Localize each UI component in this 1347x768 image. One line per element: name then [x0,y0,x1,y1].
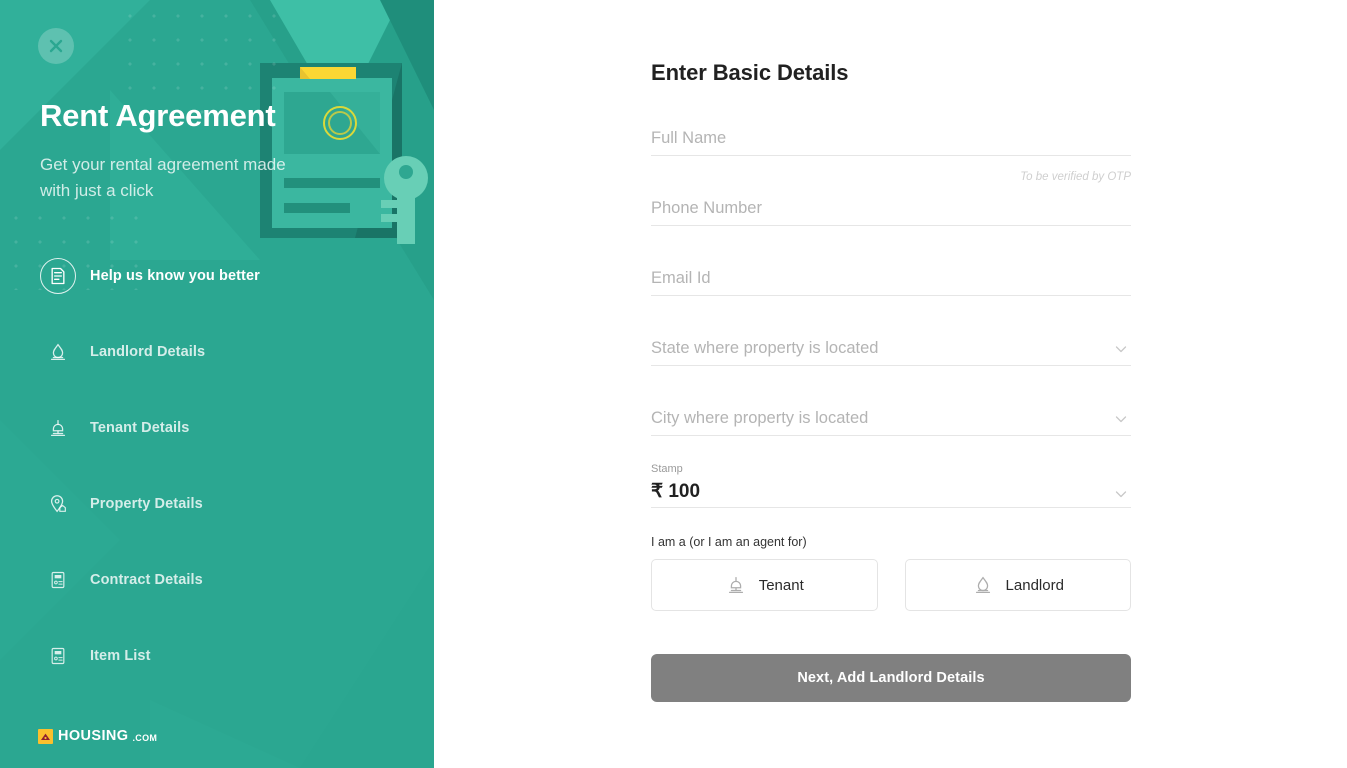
sidebar: Rent Agreement Get your rental agreement… [0,0,434,768]
role-option-label: Tenant [758,576,804,594]
sidebar-item-label: Help us know you better [90,268,260,284]
sidebar-item-label: Property Details [90,496,203,512]
tenant-icon [725,574,747,596]
email-id-input[interactable] [651,262,1131,294]
role-option-landlord[interactable]: Landlord [904,559,1131,611]
list-icon [40,638,76,674]
rent-agreement-page: Rent Agreement Get your rental agreement… [0,0,1347,768]
sidebar-item-tenant-details[interactable]: Tenant Details [0,404,434,452]
role-option-tenant[interactable]: Tenant [651,559,878,611]
sidebar-item-label: Landlord Details [90,344,206,360]
next-add-landlord-details-button[interactable]: Next, Add Landlord Details [651,654,1131,702]
sidebar-item-label: Item List [90,648,151,664]
phone-number-input[interactable] [651,192,1131,224]
close-button[interactable] [38,28,74,64]
city-select[interactable]: City where property is located [651,402,1131,436]
form-heading: Enter Basic Details [651,60,849,85]
housing-logo-tld: .COM [132,733,158,743]
otp-hint: To be verified by OTP [1020,171,1131,183]
city-select-value: City where property is located [651,409,869,427]
phone-number-field: To be verified by OTP [651,171,1131,226]
housing-logo-name: HOUSING [58,728,129,744]
landlord-icon [40,334,76,370]
page-title: Rent Agreement [40,98,276,133]
page-subtitle: Get your rental agreement made with just… [40,155,286,200]
role-option-label: Landlord [1005,576,1064,594]
chevron-down-icon [1113,341,1129,357]
basic-details-form: Enter Basic Details To be verified by OT… [651,0,1131,702]
email-id-field [651,262,1131,296]
document-icon [40,258,76,294]
sidebar-item-item-list[interactable]: Item List [0,632,434,680]
chevron-down-icon [1113,411,1129,427]
stamp-select[interactable]: Stamp ₹ 100 [651,462,1131,508]
state-select[interactable]: State where property is located [651,332,1131,366]
contract-icon [40,562,76,598]
sidebar-item-help-us-know-you-better[interactable]: Help us know you better [0,252,434,300]
main-content: Enter Basic Details To be verified by OT… [434,0,1347,768]
location-home-icon [40,486,76,522]
close-icon [47,37,65,55]
housing-logo[interactable]: HOUSING .COM [38,728,157,744]
sidebar-nav: Help us know you better Landlord Details [0,252,434,708]
full-name-field [651,122,1131,156]
landlord-icon [972,574,994,596]
role-options: Tenant Landlord [651,559,1131,611]
full-name-input[interactable] [651,122,1131,154]
role-label: I am a (or I am an agent for) [651,535,807,549]
sidebar-item-landlord-details[interactable]: Landlord Details [0,328,434,376]
sidebar-item-property-details[interactable]: Property Details [0,480,434,528]
state-select-value: State where property is located [651,339,879,357]
tenant-icon [40,410,76,446]
housing-roof-icon [38,728,53,744]
sidebar-item-label: Tenant Details [90,420,190,436]
stamp-value: ₹ 100 [651,481,701,502]
sidebar-item-label: Contract Details [90,572,203,588]
chevron-down-icon [1113,486,1129,502]
sidebar-item-contract-details[interactable]: Contract Details [0,556,434,604]
stamp-label: Stamp [651,463,683,475]
